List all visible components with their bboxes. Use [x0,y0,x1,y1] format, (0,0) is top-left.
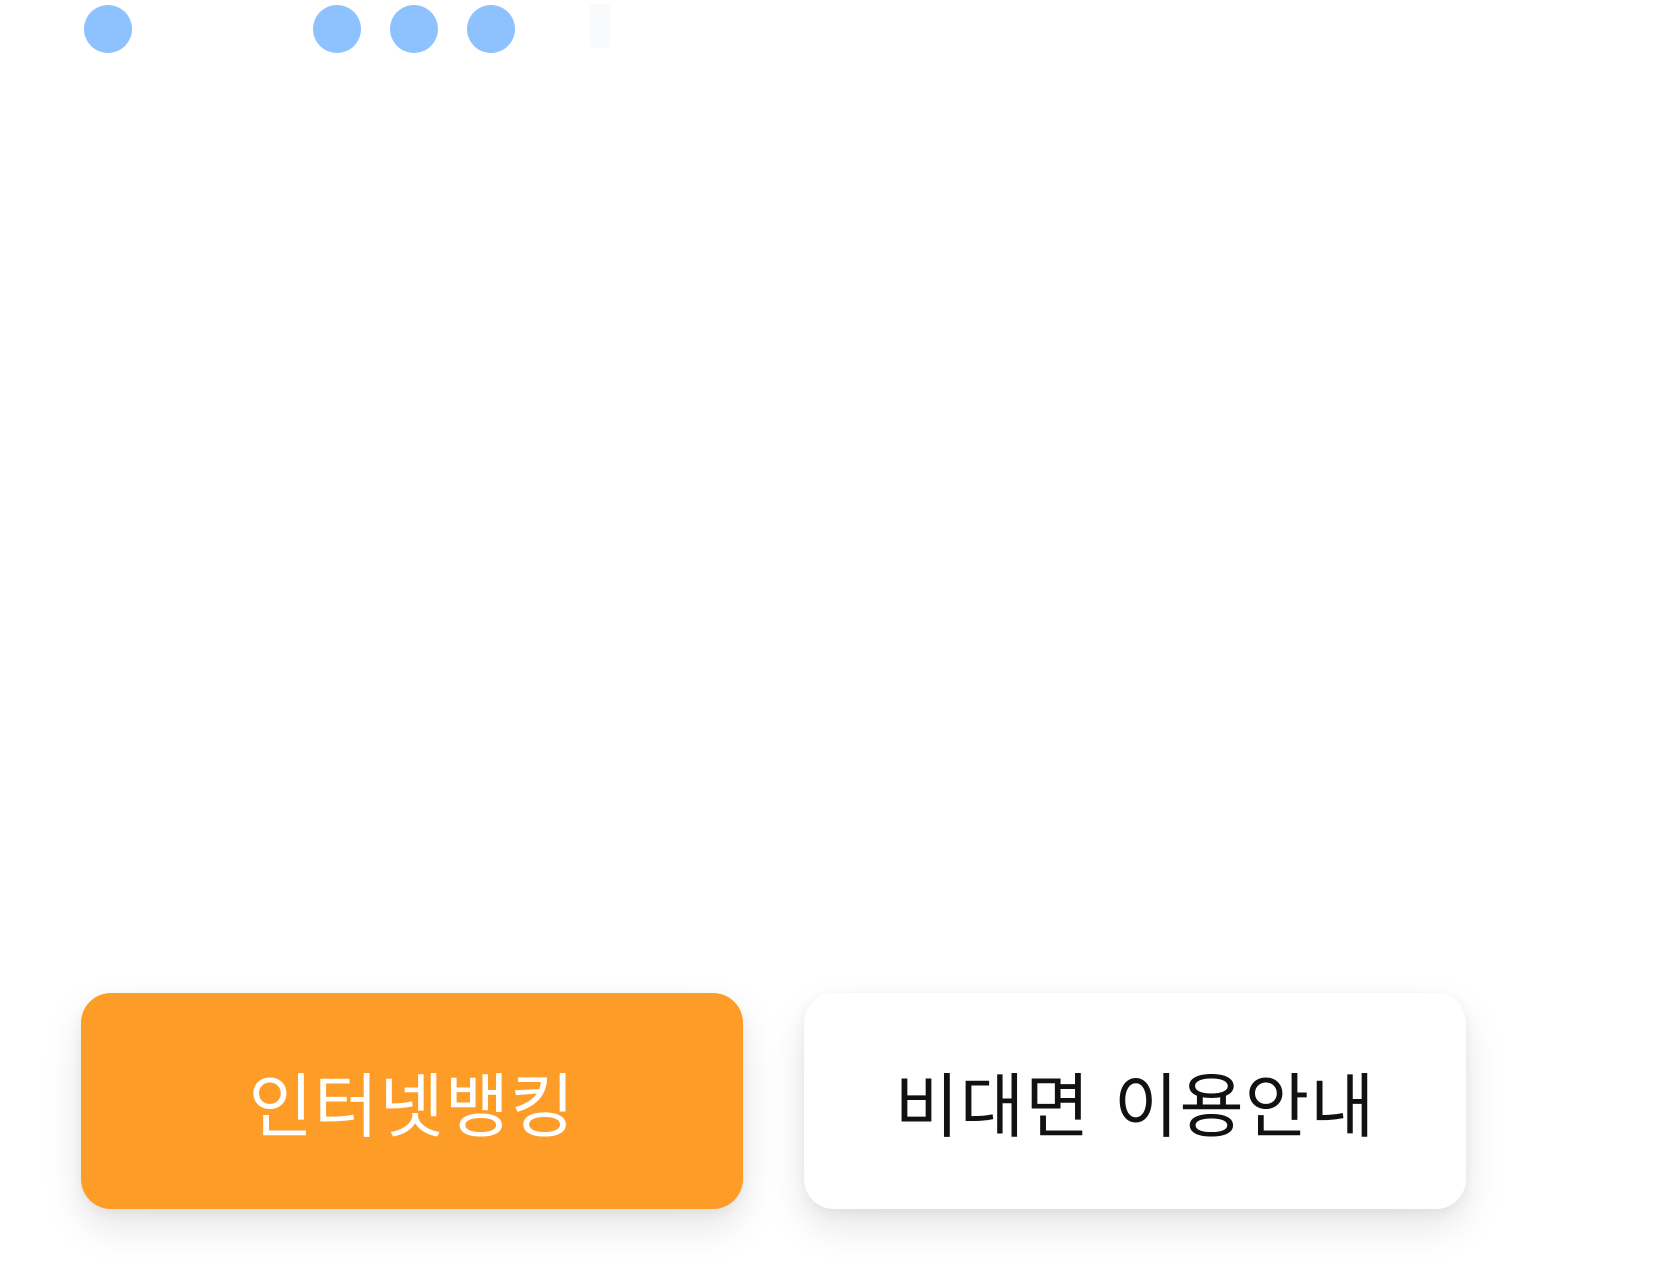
page: 인터넷뱅킹 비대면 이용안내 [0,0,1662,1287]
dot-icon [467,5,515,53]
faint-marker [590,4,610,48]
contactless-guide-button[interactable]: 비대면 이용안내 [804,993,1466,1209]
dot-icon [84,5,132,53]
internet-banking-button[interactable]: 인터넷뱅킹 [81,993,743,1209]
dot-icon [390,5,438,53]
dot-icon [313,5,361,53]
